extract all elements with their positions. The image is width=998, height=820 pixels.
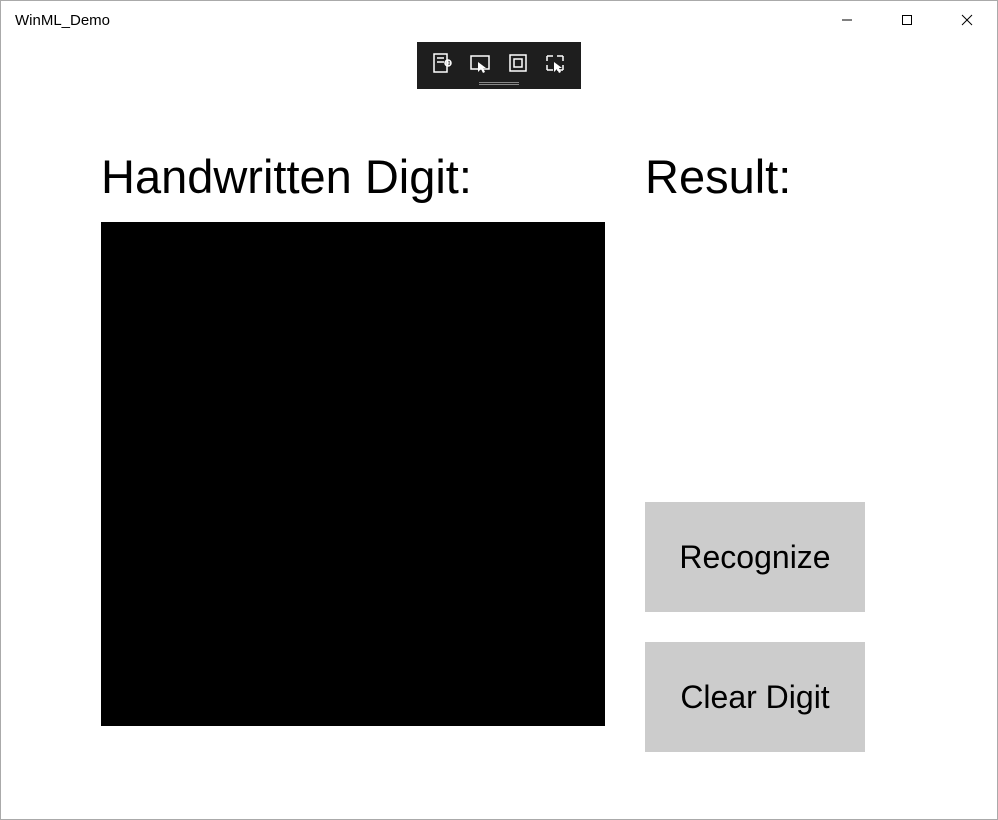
button-stack: Recognize Clear Digit xyxy=(645,502,907,752)
visual-tree-icon xyxy=(431,52,453,74)
layout-adorners-icon xyxy=(507,52,529,74)
enable-selection-button[interactable] xyxy=(465,48,495,78)
recognize-button[interactable]: Recognize xyxy=(645,502,865,612)
handwritten-digit-label: Handwritten Digit: xyxy=(101,149,605,204)
layout-adorners-button[interactable] xyxy=(503,48,533,78)
close-button[interactable] xyxy=(937,1,997,39)
debug-toolbar-row xyxy=(427,48,571,78)
drawing-canvas[interactable] xyxy=(101,222,605,726)
right-column: Result: Recognize Clear Digit xyxy=(645,149,907,819)
minimize-button[interactable] xyxy=(817,1,877,39)
track-focus-icon xyxy=(545,52,567,74)
visual-tree-button[interactable] xyxy=(427,48,457,78)
content-area: Handwritten Digit: Result: Recognize Cle… xyxy=(1,39,997,819)
window-controls xyxy=(817,1,997,39)
window-title: WinML_Demo xyxy=(15,12,110,29)
app-window: WinML_Demo xyxy=(0,0,998,820)
close-icon xyxy=(961,14,973,26)
clear-digit-button[interactable]: Clear Digit xyxy=(645,642,865,752)
maximize-icon xyxy=(901,14,913,26)
minimize-icon xyxy=(841,14,853,26)
selection-icon xyxy=(469,52,491,74)
track-focus-button[interactable] xyxy=(541,48,571,78)
maximize-button[interactable] xyxy=(877,1,937,39)
toolbar-drag-handle[interactable] xyxy=(479,82,519,85)
xaml-debug-toolbar[interactable] xyxy=(417,42,581,89)
result-label: Result: xyxy=(645,149,907,204)
left-column: Handwritten Digit: xyxy=(101,149,605,819)
titlebar: WinML_Demo xyxy=(1,1,997,39)
